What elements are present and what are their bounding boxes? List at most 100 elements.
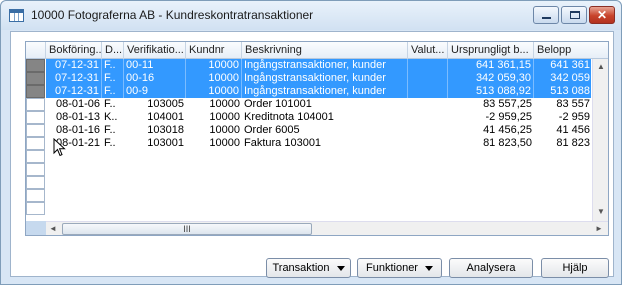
cell-beskrivning: Order 101001 — [244, 98, 312, 110]
cell-ursprungligt-belopp: 81 823,50 — [483, 137, 532, 149]
cell-doctype: F.. — [102, 85, 124, 98]
transaktion-menu-button[interactable]: Transaktion — [266, 258, 351, 278]
cell-beskrivning: Order 6005 — [244, 124, 300, 136]
mouse-cursor-icon — [53, 138, 66, 157]
row-selector[interactable] — [26, 59, 45, 72]
col-header-verifikationsnr[interactable]: Verifikatio... — [124, 42, 186, 59]
cell-kundnr: 10000 — [209, 111, 240, 123]
window-title: 10000 Fotograferna AB - Kundreskontratra… — [31, 8, 314, 22]
cell-date: 07-12-31 — [46, 59, 102, 72]
cell-date: 08-01-16 — [55, 124, 100, 136]
transaktion-label: Transaktion — [272, 262, 330, 274]
cell-kundnr: 10000 — [209, 124, 240, 136]
col-header-kundnr[interactable]: Kundnr — [186, 42, 242, 59]
table-row[interactable]: 08-01-16 F.. 103018 10000 Order 6005 41 … — [46, 124, 591, 137]
cell-verifikation: 104001 — [147, 111, 184, 123]
funktioner-menu-button[interactable]: Funktioner — [357, 258, 442, 278]
cell-beskrivning: Ingångstransaktioner, kunder — [242, 85, 408, 98]
table-row[interactable]: 07-12-31 F.. 00-9 10000 Ingångstransakti… — [46, 85, 591, 98]
maximize-icon — [570, 11, 580, 19]
row-selector[interactable] — [26, 124, 45, 137]
cell-ursprungligt-belopp: 513 088,92 — [448, 85, 534, 98]
table-row[interactable]: 07-12-31 F.. 00-11 10000 Ingångstransakt… — [46, 59, 591, 72]
cell-valuta — [408, 124, 448, 137]
cell-date: 07-12-31 — [46, 72, 102, 85]
analysera-button[interactable]: Analysera — [449, 258, 533, 278]
cell-beskrivning: Kreditnota 104001 — [244, 111, 334, 123]
table-row[interactable]: 08-01-21 F.. 103001 10000 Faktura 103001… — [46, 137, 591, 150]
cell-kundnr: 10000 — [186, 59, 242, 72]
cell-ursprungligt-belopp: 641 361,15 — [448, 59, 534, 72]
cell-valuta — [408, 85, 448, 98]
cell-beskrivning: Faktura 103001 — [244, 137, 322, 149]
cell-verifikation: 103018 — [147, 124, 184, 136]
row-selector[interactable] — [26, 202, 45, 215]
maximize-button[interactable] — [561, 6, 587, 24]
client-area: Bokföring... D... Verifikatio... Kundnr … — [10, 31, 614, 278]
cell-kundnr: 10000 — [186, 72, 242, 85]
cell-verifikation: 00-9 — [124, 85, 186, 98]
cell-kundnr: 10000 — [186, 85, 242, 98]
cell-beskrivning: Ingångstransaktioner, kunder — [242, 59, 408, 72]
chevron-down-icon — [424, 265, 433, 271]
row-selector[interactable] — [26, 137, 45, 150]
cell-verifikation: 103005 — [147, 98, 184, 110]
scroll-down-icon[interactable]: ▼ — [593, 204, 608, 220]
scroll-right-icon[interactable]: ► — [592, 222, 606, 235]
cell-beskrivning: Ingångstransaktioner, kunder — [242, 72, 408, 85]
row-selector[interactable] — [26, 189, 45, 202]
cell-doctype: F.. — [104, 124, 116, 136]
chevron-down-icon — [336, 265, 345, 271]
cell-ursprungligt-belopp: 41 456,25 — [483, 124, 532, 136]
scroll-left-icon[interactable]: ◄ — [46, 222, 60, 235]
row-selector[interactable] — [26, 72, 45, 85]
cell-belopp: 41 456 — [556, 124, 590, 136]
minimize-button[interactable] — [533, 6, 559, 24]
cell-verifikation: 103001 — [147, 137, 184, 149]
cell-date: 07-12-31 — [46, 85, 102, 98]
table-row[interactable]: 08-01-06 F.. 103005 10000 Order 101001 8… — [46, 98, 591, 111]
cell-date: 08-01-13 — [55, 111, 100, 123]
transactions-grid: Bokföring... D... Verifikatio... Kundnr … — [25, 41, 609, 236]
cell-ursprungligt-belopp: 342 059,30 — [448, 72, 534, 85]
cell-belopp: 513 088 — [550, 85, 590, 97]
cell-belopp: 83 557 — [556, 98, 590, 110]
col-header-valuta[interactable]: Valut... — [408, 42, 448, 59]
help-button[interactable]: Hjälp — [541, 258, 609, 278]
row-selector[interactable] — [26, 176, 45, 189]
col-header-ursprungligt-belopp[interactable]: Ursprungligt b... — [448, 42, 534, 59]
horizontal-scrollbar[interactable]: ◄ III ► — [46, 221, 608, 235]
cell-ursprungligt-belopp: 83 557,25 — [483, 98, 532, 110]
vertical-scrollbar[interactable]: ▲ ▼ — [592, 59, 608, 221]
row-selector[interactable] — [26, 111, 45, 124]
row-selector[interactable] — [26, 85, 45, 98]
header-corner — [26, 42, 46, 59]
table-window-icon — [9, 9, 24, 22]
cell-valuta — [408, 59, 448, 72]
cell-doctype: F.. — [104, 137, 116, 149]
title-bar[interactable]: 10000 Fotograferna AB - Kundreskontratra… — [1, 1, 621, 30]
horizontal-scroll-thumb[interactable]: III — [62, 223, 312, 235]
col-header-dokumenttyp[interactable]: D... — [102, 42, 124, 59]
cell-doctype: F.. — [102, 72, 124, 85]
table-row[interactable]: 08-01-13 K.. 104001 10000 Kreditnota 104… — [46, 111, 591, 124]
cell-valuta — [408, 111, 448, 124]
close-button[interactable]: ✕ — [589, 6, 615, 24]
cell-doctype: F.. — [102, 59, 124, 72]
cell-verifikation: 00-11 — [124, 59, 186, 72]
scroll-up-icon[interactable]: ▲ — [593, 59, 608, 75]
col-header-bokforingsdatum[interactable]: Bokföring... — [46, 42, 102, 59]
row-selector[interactable] — [26, 163, 45, 176]
cell-belopp: 641 361 — [550, 59, 590, 71]
cell-kundnr: 10000 — [209, 137, 240, 149]
table-row[interactable]: 07-12-31 F.. 00-16 10000 Ingångstransakt… — [46, 72, 591, 85]
row-selector[interactable] — [26, 150, 45, 163]
cell-belopp: 342 059 — [550, 72, 590, 84]
col-header-belopp[interactable]: Belopp — [534, 42, 592, 59]
row-selector[interactable] — [26, 98, 45, 111]
col-header-beskrivning[interactable]: Beskrivning — [242, 42, 408, 59]
minimize-icon — [542, 17, 551, 19]
cell-valuta — [408, 137, 448, 150]
cell-belopp: -2 959 — [558, 111, 590, 123]
funktioner-label: Funktioner — [366, 262, 418, 274]
